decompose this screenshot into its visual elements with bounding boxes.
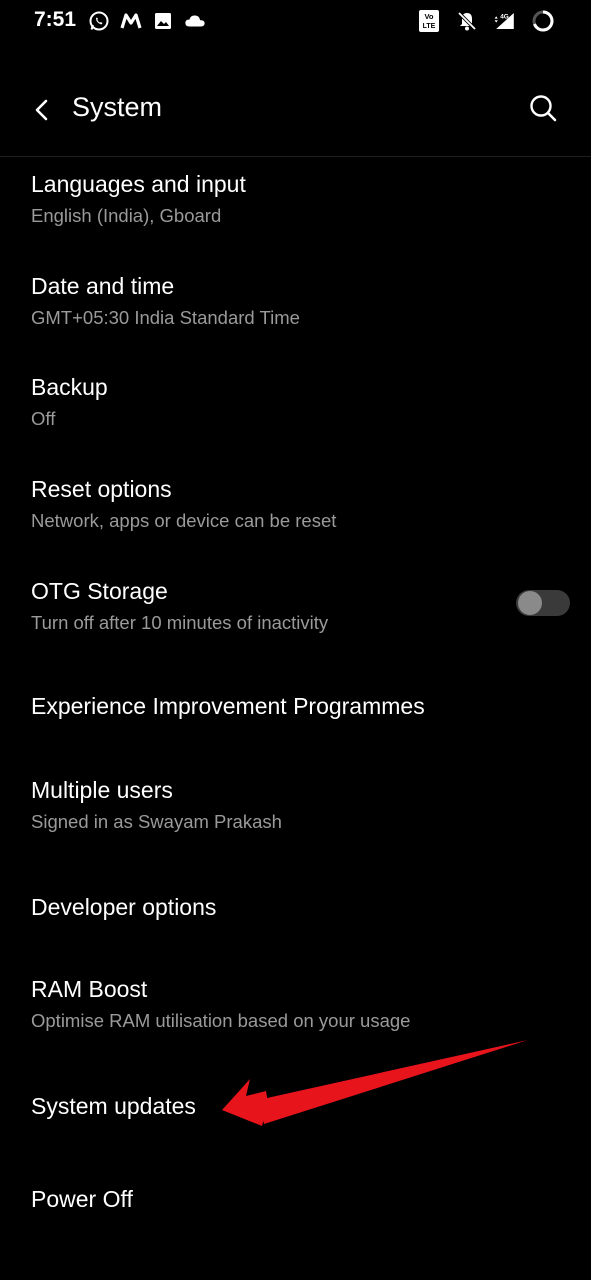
svg-text:LTE: LTE xyxy=(423,23,436,30)
setting-title: Multiple users xyxy=(31,777,173,803)
m-app-icon xyxy=(120,10,142,32)
setting-otg-storage[interactable]: OTG Storage Turn off after 10 minutes of… xyxy=(0,564,591,666)
setting-title: Languages and input xyxy=(31,171,246,197)
setting-summary: Signed in as Swayam Prakash xyxy=(31,811,282,832)
battery-ring-icon xyxy=(531,9,555,33)
svg-text:Vo: Vo xyxy=(424,12,433,21)
app-header: System xyxy=(0,70,591,157)
setting-experience-improvement-programmes[interactable]: Experience Improvement Programmes xyxy=(0,667,591,752)
otg-storage-toggle[interactable] xyxy=(516,590,570,616)
toggle-knob xyxy=(518,591,542,615)
setting-summary: Optimise RAM utilisation based on your u… xyxy=(31,1010,411,1031)
gallery-icon xyxy=(152,10,174,32)
setting-reset-options[interactable]: Reset options Network, apps or device ca… xyxy=(0,462,591,563)
setting-summary: Network, apps or device can be reset xyxy=(31,510,337,531)
setting-title: Reset options xyxy=(31,476,172,502)
cloud-icon xyxy=(184,10,206,32)
setting-title: Date and time xyxy=(31,273,175,299)
setting-summary: Off xyxy=(31,408,56,429)
setting-title: Experience Improvement Programmes xyxy=(31,693,425,719)
setting-summary: English (India), Gboard xyxy=(31,205,222,226)
setting-developer-options[interactable]: Developer options xyxy=(0,860,591,950)
setting-backup[interactable]: Backup Off xyxy=(0,360,591,461)
setting-title: Power Off xyxy=(31,1186,133,1212)
status-notification-icons xyxy=(88,10,206,32)
setting-date-and-time[interactable]: Date and time GMT+05:30 India Standard T… xyxy=(0,258,591,359)
status-bar: 7:51 Vo LTE 4G xyxy=(0,0,591,44)
setting-title: System updates xyxy=(31,1093,196,1119)
setting-power-off[interactable]: Power Off xyxy=(0,1153,591,1253)
setting-title: Developer options xyxy=(31,894,217,920)
status-time: 7:51 xyxy=(34,8,77,31)
search-icon xyxy=(530,95,557,122)
setting-multiple-users[interactable]: Multiple users Signed in as Swayam Praka… xyxy=(0,753,591,859)
volte-icon: Vo LTE xyxy=(417,9,441,33)
status-system-icons: Vo LTE 4G xyxy=(417,9,555,33)
whatsapp-icon xyxy=(88,10,110,32)
chevron-left-icon xyxy=(35,99,48,121)
setting-ram-boost[interactable]: RAM Boost Optimise RAM utilisation based… xyxy=(0,951,591,1061)
back-button[interactable] xyxy=(24,92,60,128)
setting-languages-and-input[interactable]: Languages and input English (India), Gbo… xyxy=(0,157,591,257)
setting-summary: Turn off after 10 minutes of inactivity xyxy=(31,612,329,633)
setting-title: RAM Boost xyxy=(31,976,148,1002)
search-button[interactable] xyxy=(525,90,561,126)
page-title: System xyxy=(72,92,163,122)
setting-system-updates[interactable]: System updates xyxy=(0,1062,591,1152)
signal-4g-icon: 4G xyxy=(493,9,517,33)
network-type-label: 4G xyxy=(500,14,509,21)
setting-title: OTG Storage xyxy=(31,578,168,604)
setting-summary: GMT+05:30 India Standard Time xyxy=(31,307,300,328)
setting-title: Backup xyxy=(31,374,108,400)
notifications-off-icon xyxy=(455,9,479,33)
